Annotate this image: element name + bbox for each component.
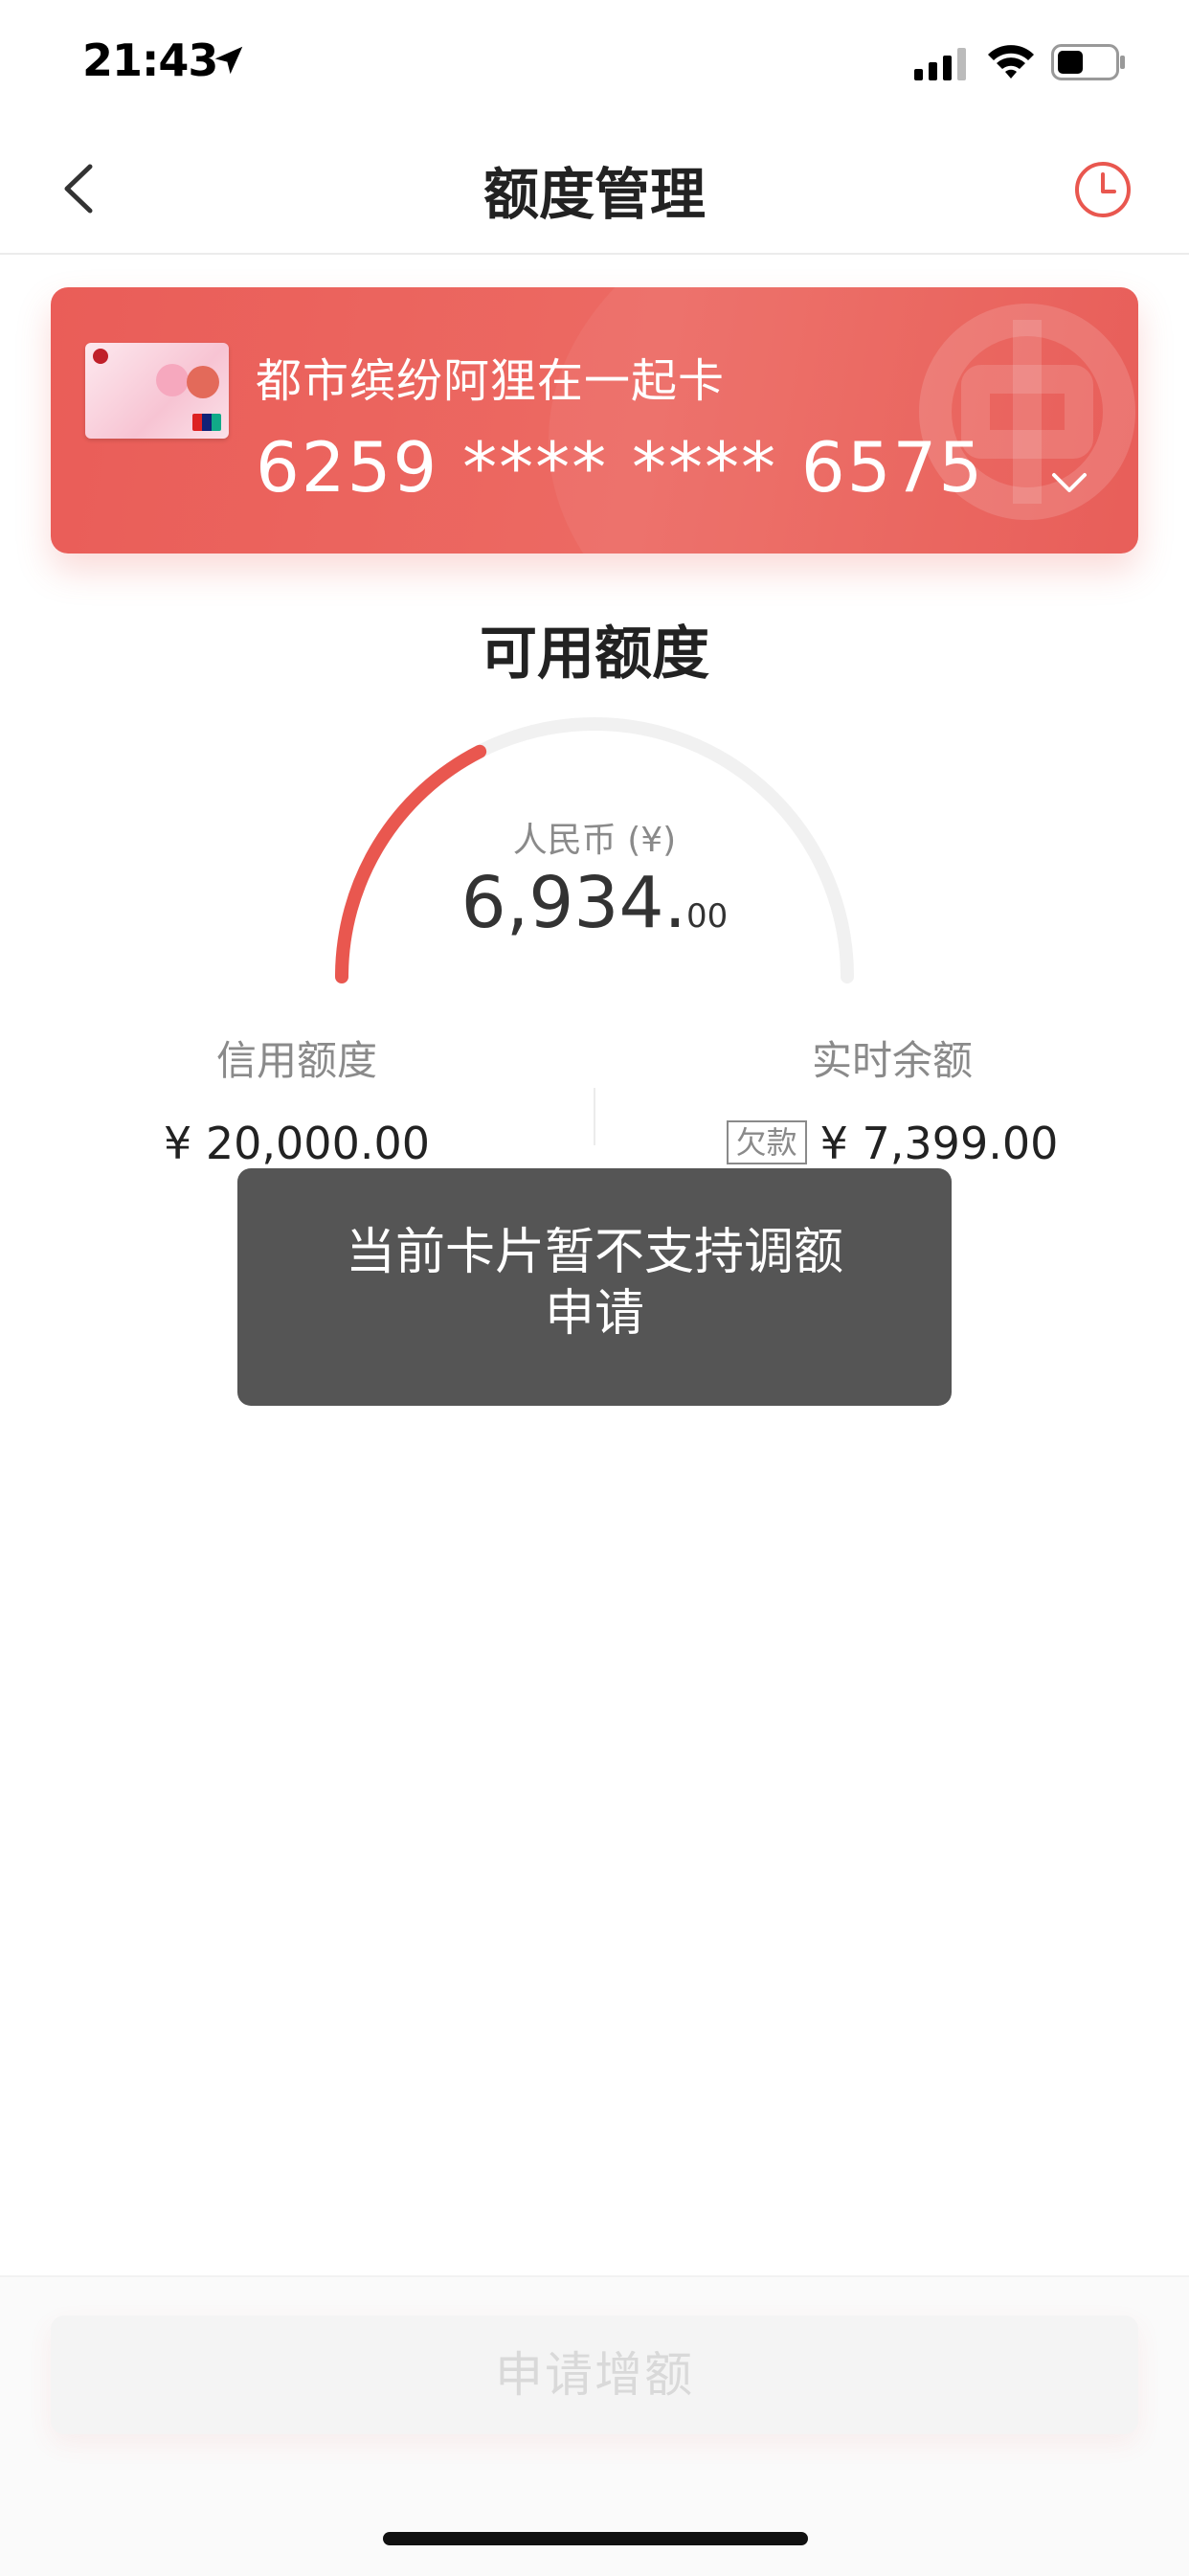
- toast-message: 当前卡片暂不支持调额 申请: [237, 1168, 952, 1406]
- location-arrow-icon: [214, 46, 243, 75]
- page-title: 额度管理: [482, 162, 706, 227]
- balance-value-row: 欠款 ¥ 7,399.00: [653, 1118, 1132, 1169]
- card-name: 都市缤纷阿狸在一起卡: [256, 354, 726, 408]
- balance-value: ¥ 7,399.00: [819, 1118, 1059, 1169]
- battery-icon: [1051, 44, 1125, 80]
- home-indicator: [383, 2532, 808, 2545]
- available-amount-integer: 6,934.: [460, 862, 687, 944]
- divider: [594, 1088, 595, 1145]
- status-bar: 21:43: [0, 0, 1189, 126]
- clock-icon[interactable]: [1072, 159, 1133, 220]
- credit-limit-label: 信用额度: [215, 1037, 377, 1084]
- card-number: 6259 **** **** 6575: [256, 427, 985, 508]
- available-limit-title: 可用额度: [480, 621, 709, 688]
- status-time: 21:43: [82, 34, 218, 86]
- card-thumbnail: [85, 343, 229, 439]
- balance-label: 实时余额: [811, 1037, 973, 1084]
- toast-line-2: 申请: [544, 1285, 644, 1343]
- balance-section: 实时余额 欠款 ¥ 7,399.00: [653, 1028, 1132, 1169]
- chevron-down-icon[interactable]: [1046, 460, 1092, 506]
- owe-badge: 欠款: [726, 1120, 807, 1164]
- nav-bar: 额度管理: [0, 126, 1189, 255]
- apply-increase-button[interactable]: 申请增额: [51, 2316, 1138, 2434]
- credit-limit-section: 信用额度 ¥ 20,000.00: [57, 1028, 536, 1169]
- toast-line-1: 当前卡片暂不支持调额: [345, 1224, 843, 1281]
- available-amount-decimal: 00: [686, 897, 729, 936]
- card-selector[interactable]: 都市缤纷阿狸在一起卡 6259 **** **** 6575: [51, 287, 1138, 554]
- cellular-signal-icon: [914, 48, 966, 80]
- credit-limit-value: ¥ 20,000.00: [164, 1118, 430, 1169]
- available-amount: 6,934.00: [0, 862, 1189, 944]
- bottom-bar: 申请增额: [0, 2275, 1189, 2576]
- currency-label: 人民币 (¥): [512, 821, 677, 860]
- wifi-icon: [988, 45, 1034, 79]
